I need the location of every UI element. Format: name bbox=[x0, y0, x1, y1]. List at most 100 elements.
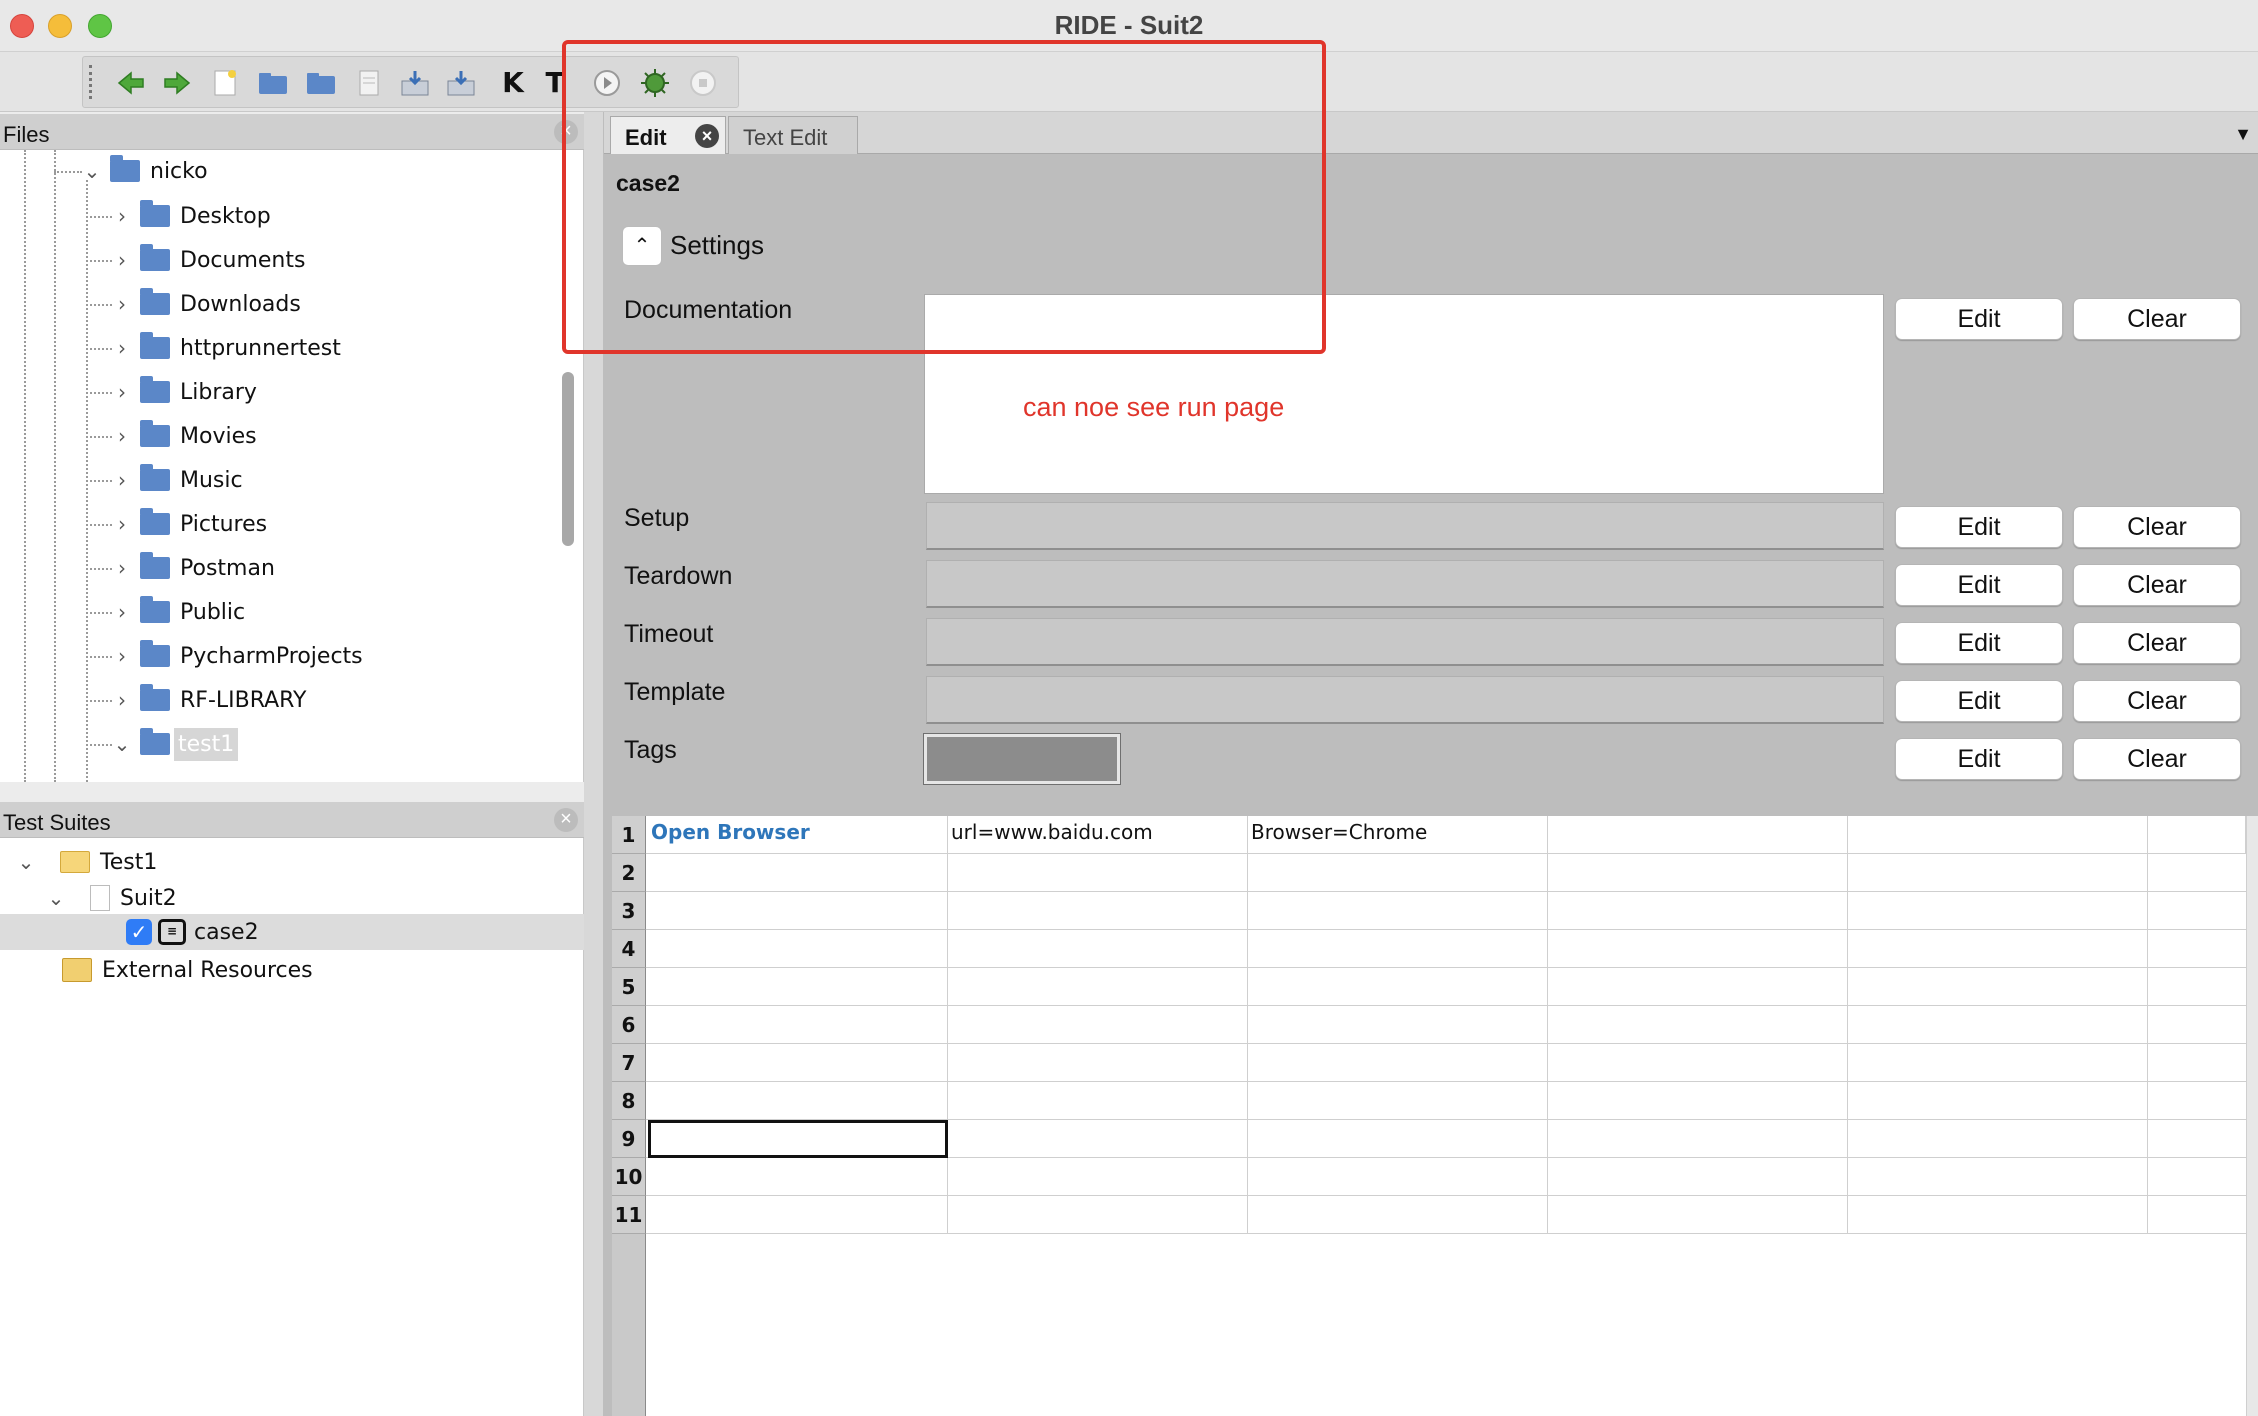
grid-cell[interactable] bbox=[1848, 930, 2148, 968]
tree-item[interactable]: › RF-LIBRARY bbox=[112, 680, 306, 720]
timeout-clear-button[interactable]: Clear bbox=[2073, 622, 2241, 664]
row-number[interactable]: 1 bbox=[612, 816, 646, 854]
grid-cell[interactable] bbox=[948, 1044, 1248, 1082]
template-edit-button[interactable]: Edit bbox=[1895, 680, 2063, 722]
row-number[interactable]: 11 bbox=[612, 1196, 646, 1234]
grid-cell[interactable] bbox=[948, 1196, 1248, 1234]
grid-cell[interactable] bbox=[1848, 968, 2148, 1006]
tree-item-root[interactable]: ⌄ nicko bbox=[82, 151, 208, 191]
suite-item-project[interactable]: ⌄ Test1 bbox=[16, 844, 158, 880]
save-icon[interactable] bbox=[399, 67, 431, 99]
grid-cell[interactable] bbox=[1548, 1082, 1848, 1120]
grid-scrollbar[interactable] bbox=[2246, 816, 2258, 1416]
chevron-down-icon[interactable]: ⌄ bbox=[112, 732, 132, 756]
grid-cell[interactable] bbox=[1848, 1006, 2148, 1044]
grid-cell[interactable] bbox=[1548, 968, 1848, 1006]
open-directory-icon[interactable] bbox=[305, 67, 337, 99]
grid-cell[interactable] bbox=[948, 968, 1248, 1006]
tree-item[interactable]: › Music bbox=[112, 460, 243, 500]
grid-cell[interactable] bbox=[1848, 854, 2148, 892]
grid-cell[interactable] bbox=[1548, 1006, 1848, 1044]
grid-cell[interactable] bbox=[648, 1158, 948, 1196]
timeout-edit-button[interactable]: Edit bbox=[1895, 622, 2063, 664]
grid-cell[interactable] bbox=[1848, 892, 2148, 930]
grid-cell[interactable] bbox=[1248, 1120, 1548, 1158]
grid-cell[interactable] bbox=[648, 892, 948, 930]
grid-cell[interactable] bbox=[948, 854, 1248, 892]
grid-cell[interactable] bbox=[948, 1158, 1248, 1196]
suite-item-external[interactable]: External Resources bbox=[62, 952, 313, 988]
tags-field[interactable] bbox=[923, 733, 1121, 785]
tree-item[interactable]: › PycharmProjects bbox=[112, 636, 363, 676]
grid-cell[interactable] bbox=[2148, 816, 2246, 854]
grid-cell[interactable] bbox=[948, 892, 1248, 930]
setup-clear-button[interactable]: Clear bbox=[2073, 506, 2241, 548]
timeout-field[interactable] bbox=[926, 618, 1884, 666]
tree-item[interactable]: › Library bbox=[112, 372, 257, 412]
grid-cell[interactable] bbox=[648, 1044, 948, 1082]
grid-cell[interactable] bbox=[1248, 1158, 1548, 1196]
grid-cell[interactable] bbox=[948, 1006, 1248, 1044]
documentation-edit-button[interactable]: Edit bbox=[1895, 298, 2063, 340]
tab-dropdown-icon[interactable]: ▼ bbox=[2234, 124, 2252, 145]
template-clear-button[interactable]: Clear bbox=[2073, 680, 2241, 722]
tags-clear-button[interactable]: Clear bbox=[2073, 738, 2241, 780]
grid-cell[interactable] bbox=[1548, 1196, 1848, 1234]
arrow-right-icon[interactable] bbox=[161, 67, 193, 99]
row-number[interactable]: 6 bbox=[612, 1006, 646, 1044]
row-number[interactable]: 3 bbox=[612, 892, 646, 930]
grid-cell[interactable] bbox=[1548, 816, 1848, 854]
chevron-right-icon[interactable]: › bbox=[112, 336, 132, 360]
grid-cell[interactable] bbox=[1548, 1044, 1848, 1082]
tree-item[interactable]: › Desktop bbox=[112, 196, 271, 236]
grid-cell[interactable] bbox=[1248, 930, 1548, 968]
grid-cell[interactable] bbox=[1548, 854, 1848, 892]
grid-cell-selected[interactable] bbox=[648, 1120, 948, 1158]
checkbox-checked-icon[interactable]: ✓ bbox=[126, 919, 152, 945]
chevron-right-icon[interactable]: › bbox=[112, 512, 132, 536]
new-file-icon[interactable] bbox=[209, 67, 241, 99]
tree-item-selected[interactable]: ⌄ test1 bbox=[112, 724, 239, 764]
grid-cell[interactable] bbox=[948, 1082, 1248, 1120]
row-number[interactable]: 5 bbox=[612, 968, 646, 1006]
grid-cell[interactable]: Browser=Chrome bbox=[1248, 816, 1548, 854]
suite-item-suite[interactable]: ⌄ Suit2 bbox=[46, 880, 177, 916]
grid-cell[interactable] bbox=[1248, 1006, 1548, 1044]
row-number[interactable]: 8 bbox=[612, 1082, 646, 1120]
save-all-icon[interactable] bbox=[445, 67, 477, 99]
document-icon[interactable] bbox=[353, 67, 385, 99]
grid-cell[interactable] bbox=[948, 1120, 1248, 1158]
grid-cell[interactable]: Open Browser bbox=[648, 816, 948, 854]
grid-cell[interactable] bbox=[1548, 892, 1848, 930]
grid-cell[interactable] bbox=[1248, 854, 1548, 892]
search-keywords-icon[interactable]: K bbox=[497, 67, 529, 99]
chevron-right-icon[interactable]: › bbox=[112, 248, 132, 272]
grid-cell[interactable] bbox=[648, 854, 948, 892]
tree-item[interactable]: › httprunnertest bbox=[112, 328, 341, 368]
chevron-right-icon[interactable]: › bbox=[112, 688, 132, 712]
setup-field[interactable] bbox=[926, 502, 1884, 550]
tags-edit-button[interactable]: Edit bbox=[1895, 738, 2063, 780]
tree-item[interactable]: › Pictures bbox=[112, 504, 267, 544]
toolbar-grip[interactable] bbox=[89, 65, 93, 99]
grid-cell[interactable] bbox=[1248, 968, 1548, 1006]
grid-cell[interactable] bbox=[1548, 1120, 1848, 1158]
row-number[interactable]: 7 bbox=[612, 1044, 646, 1082]
tree-item[interactable]: › Public bbox=[112, 592, 245, 632]
chevron-down-icon[interactable]: ⌄ bbox=[82, 159, 102, 183]
chevron-right-icon[interactable]: › bbox=[112, 468, 132, 492]
chevron-down-icon[interactable]: ⌄ bbox=[16, 850, 36, 874]
arrow-left-icon[interactable] bbox=[115, 67, 147, 99]
tree-item[interactable]: › Downloads bbox=[112, 284, 301, 324]
grid-cell[interactable] bbox=[1548, 930, 1848, 968]
grid-cell[interactable] bbox=[648, 1082, 948, 1120]
tree-item[interactable]: › Documents bbox=[112, 240, 305, 280]
chevron-right-icon[interactable]: › bbox=[112, 600, 132, 624]
tree-item[interactable]: › Movies bbox=[112, 416, 257, 456]
grid-cell[interactable] bbox=[1248, 892, 1548, 930]
chevron-right-icon[interactable]: › bbox=[112, 556, 132, 580]
grid-cell[interactable] bbox=[1248, 1044, 1548, 1082]
grid-cell[interactable] bbox=[1248, 1082, 1548, 1120]
documentation-clear-button[interactable]: Clear bbox=[2073, 298, 2241, 340]
setup-edit-button[interactable]: Edit bbox=[1895, 506, 2063, 548]
